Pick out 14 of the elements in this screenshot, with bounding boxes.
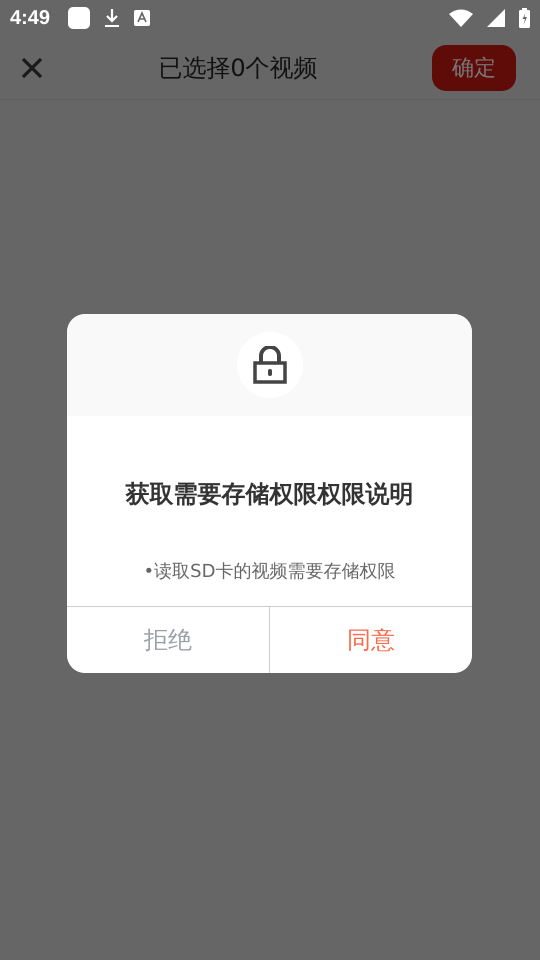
lock-icon	[252, 346, 286, 384]
signal-icon	[487, 9, 505, 27]
close-icon[interactable]	[20, 56, 44, 80]
status-time: 4:49	[10, 6, 50, 30]
dialog-title: 获取需要存储权限权限说明	[124, 479, 414, 510]
confirm-button[interactable]: 确定	[432, 44, 516, 90]
battery-icon	[519, 8, 530, 28]
dialog-message: •读取SD卡的视频需要存储权限	[142, 560, 396, 584]
page-title: 已选择0个视频	[157, 52, 319, 84]
font-icon	[134, 10, 150, 26]
allow-button[interactable]: 同意	[269, 607, 472, 673]
download-icon	[104, 8, 120, 28]
wifi-icon	[449, 9, 473, 27]
notification-icon	[68, 7, 90, 29]
